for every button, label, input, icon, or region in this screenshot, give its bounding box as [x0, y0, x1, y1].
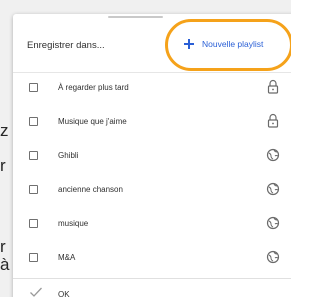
playlist-item-old-song[interactable]: ancienne chanson: [13, 175, 291, 209]
globe-icon: [266, 250, 280, 264]
dialog-footer: OK: [13, 278, 291, 297]
playlist-checkbox[interactable]: [29, 83, 38, 92]
globe-icon: [266, 148, 280, 162]
playlist-item-ghibli[interactable]: Ghibli: [13, 141, 291, 175]
playlist-checkbox[interactable]: [29, 117, 38, 126]
globe-icon: [266, 182, 280, 196]
playlist-label: À regarder plus tard: [58, 83, 129, 92]
ok-button[interactable]: OK: [58, 290, 70, 297]
new-playlist-button[interactable]: Nouvelle playlist: [165, 19, 291, 71]
new-playlist-content: Nouvelle playlist: [184, 39, 263, 49]
playlist-checkbox[interactable]: [29, 219, 38, 228]
lock-icon: [267, 79, 279, 94]
playlist-label: M&A: [58, 253, 76, 262]
playlist-label: Ghibli: [58, 151, 79, 160]
playlist-checkbox[interactable]: [29, 253, 38, 262]
lock-icon: [267, 113, 279, 128]
playlist-checkbox[interactable]: [29, 151, 38, 160]
playlist-item-liked-music[interactable]: Musique que j'aime: [13, 107, 291, 141]
playlist-checkbox[interactable]: [29, 185, 38, 194]
globe-icon: [266, 216, 280, 230]
playlist-label: Musique que j'aime: [58, 117, 127, 126]
playlist-item-music[interactable]: musique: [13, 209, 291, 243]
playlist-item-watch-later[interactable]: À regarder plus tard: [13, 73, 291, 107]
check-icon: [30, 287, 42, 297]
playlist-item-m-and-a[interactable]: M&A: [13, 243, 291, 277]
save-to-playlist-dialog: Enregistrer dans... Nouvelle playlist À …: [13, 14, 291, 297]
new-playlist-label: Nouvelle playlist: [202, 39, 264, 49]
plus-icon: [184, 39, 194, 49]
playlist-label: musique: [58, 219, 89, 228]
dialog-header: Enregistrer dans... Nouvelle playlist: [13, 14, 291, 73]
screen: z r r à Enregistrer dans... Nouvelle pla…: [0, 0, 291, 297]
dialog-title: Enregistrer dans...: [27, 40, 105, 51]
playlist-label: ancienne chanson: [58, 185, 123, 194]
